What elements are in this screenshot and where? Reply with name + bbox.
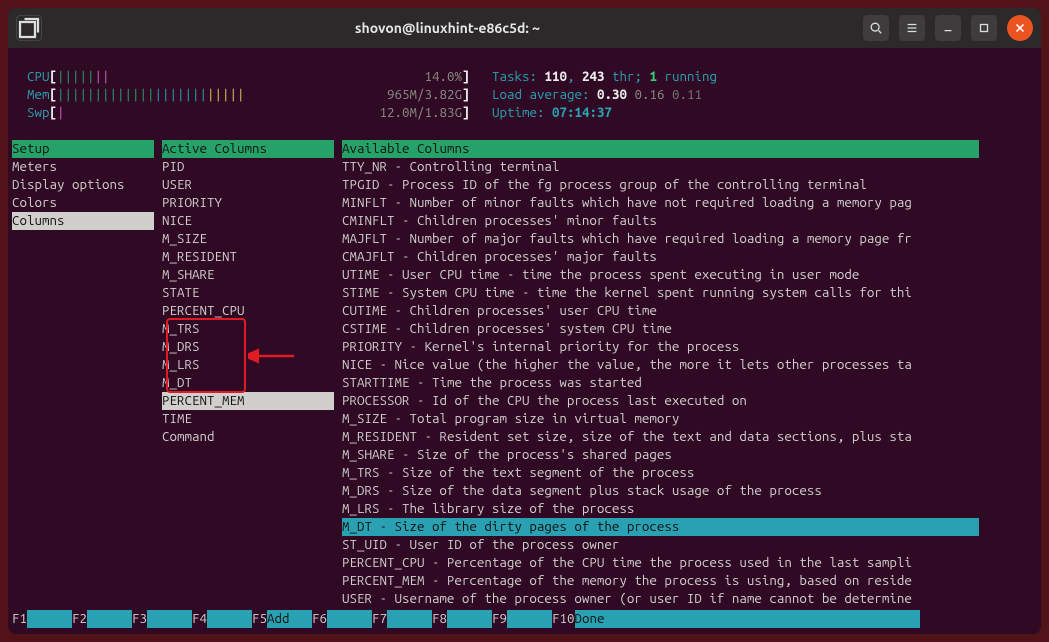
available-column-item[interactable]: PERCENT_CPU - Percentage of the CPU time…	[342, 555, 979, 570]
available-column-item[interactable]: STARTTIME - Time the process was started	[342, 375, 979, 390]
active-column-item[interactable]: PID	[162, 159, 334, 174]
active-column-item[interactable]: M_SHARE	[162, 267, 334, 282]
fnkey-f1-label[interactable]	[27, 610, 72, 628]
active-column-item[interactable]: TIME	[162, 411, 334, 426]
fnkey-f2-label[interactable]	[87, 610, 132, 628]
fnkey-f6-label[interactable]	[327, 610, 372, 628]
setup-item[interactable]: Display options	[12, 177, 154, 192]
fnkey-f4[interactable]: F4	[192, 611, 207, 626]
active-column-item[interactable]: PRIORITY	[162, 195, 334, 210]
available-column-item[interactable]: ST_UID - User ID of the process owner	[342, 537, 979, 552]
fnkey-f3-label[interactable]	[147, 610, 192, 628]
fnkey-f9[interactable]: F9	[492, 611, 507, 626]
menu-button[interactable]	[899, 15, 925, 41]
search-button[interactable]	[863, 15, 889, 41]
available-column-item[interactable]: STIME - System CPU time - time the kerne…	[342, 285, 979, 300]
active-column-item[interactable]: STATE	[162, 285, 334, 300]
function-key-bar: F1 F2 F3 F4 F5Add F6 F7 F8 F9 F10Done	[12, 610, 1037, 628]
fnkey-f5-label[interactable]: Add	[267, 610, 312, 628]
close-button[interactable]	[1007, 15, 1033, 41]
fnkey-f5[interactable]: F5	[252, 611, 267, 626]
available-column-item[interactable]: NICE - Nice value (the higher the value,…	[342, 357, 979, 372]
mem-meter: Mem[||||||||||||||||||||||||| 965M/3.82G…	[12, 86, 1037, 104]
fnkey-f8-label[interactable]	[447, 610, 492, 628]
cpu-meter: CPU[||||||| 14.0%] Tasks: 110, 243 thr; …	[12, 68, 1037, 86]
setup-item[interactable]: Meters	[12, 159, 154, 174]
column-headers: Setup Active Columns Available Columns	[12, 140, 1037, 158]
maximize-button[interactable]	[971, 15, 997, 41]
fnkey-f2[interactable]: F2	[72, 611, 87, 626]
available-column-item[interactable]: CMINFLT - Children processes' minor faul…	[342, 213, 979, 228]
fnkey-f6[interactable]: F6	[312, 611, 327, 626]
active-column-selected[interactable]: PERCENT_MEM	[162, 392, 334, 410]
titlebar: shovon@linuxhint-e86c5d: ~	[8, 8, 1041, 48]
available-column-item[interactable]: M_TRS - Size of the text segment of the …	[342, 465, 979, 480]
fnkey-f10-label[interactable]: Done	[575, 610, 620, 628]
fnkey-f7[interactable]: F7	[372, 611, 387, 626]
fnkey-f1[interactable]: F1	[12, 611, 27, 626]
available-column-item[interactable]: USER - Username of the process owner (or…	[342, 591, 979, 606]
available-column-item[interactable]: UTIME - User CPU time - time the process…	[342, 267, 979, 282]
available-column-item[interactable]: CSTIME - Children processes' system CPU …	[342, 321, 979, 336]
available-column-item[interactable]: M_SHARE - Size of the process's shared p…	[342, 447, 979, 462]
active-column-item[interactable]: M_DT	[162, 375, 334, 390]
window-title: shovon@linuxhint-e86c5d: ~	[42, 20, 853, 36]
available-column-item[interactable]: PERCENT_MEM - Percentage of the memory t…	[342, 573, 979, 588]
active-column-item[interactable]: M_RESIDENT	[162, 249, 334, 264]
fnkey-f8[interactable]: F8	[432, 611, 447, 626]
new-tab-icon[interactable]	[16, 15, 42, 41]
swp-meter: Swp[| 12.0M/1.83G] Uptime: 07:14:37	[12, 104, 1037, 122]
available-column-selected[interactable]: M_DT - Size of the dirty pages of the pr…	[342, 518, 979, 536]
active-column-item[interactable]: M_LRS	[162, 357, 334, 372]
available-column-item[interactable]: M_RESIDENT - Resident set size, size of …	[342, 429, 979, 444]
active-column-item[interactable]: M_DRS	[162, 339, 334, 354]
available-column-item[interactable]: M_LRS - The library size of the process	[342, 501, 979, 516]
available-column-item[interactable]: M_DRS - Size of the data segment plus st…	[342, 483, 979, 498]
terminal-window: shovon@linuxhint-e86c5d: ~ CPU[||||||| 1…	[8, 8, 1041, 634]
active-column-item[interactable]: M_TRS	[162, 321, 334, 336]
active-column-item[interactable]: PERCENT_CPU	[162, 303, 334, 318]
active-column-item[interactable]: Command	[162, 429, 334, 444]
setup-item-selected[interactable]: Columns	[12, 212, 154, 230]
available-column-item[interactable]: TTY_NR - Controlling terminal	[342, 159, 979, 174]
available-column-item[interactable]: MINFLT - Number of minor faults which ha…	[342, 195, 979, 210]
meter-row	[12, 50, 1037, 68]
fnkey-f4-label[interactable]	[207, 610, 252, 628]
available-column-item[interactable]: CMAJFLT - Children processes' major faul…	[342, 249, 979, 264]
available-column-item[interactable]: CUTIME - Children processes' user CPU ti…	[342, 303, 979, 318]
available-column-item[interactable]: PROCESSOR - Id of the CPU the process la…	[342, 393, 979, 408]
available-column-item[interactable]: PRIORITY - Kernel's internal priority fo…	[342, 339, 979, 354]
available-column-item[interactable]: TPGID - Process ID of the fg process gro…	[342, 177, 979, 192]
available-column-item[interactable]: MAJFLT - Number of major faults which ha…	[342, 231, 979, 246]
fnkey-f9-label[interactable]	[507, 610, 552, 628]
setup-item[interactable]: Colors	[12, 195, 154, 210]
fnkey-f3[interactable]: F3	[132, 611, 147, 626]
active-column-item[interactable]: NICE	[162, 213, 334, 228]
fnkey-f10[interactable]: F10	[552, 611, 575, 626]
fnkey-f7-label[interactable]	[387, 610, 432, 628]
terminal-body[interactable]: CPU[||||||| 14.0%] Tasks: 110, 243 thr; …	[8, 48, 1041, 634]
minimize-button[interactable]	[935, 15, 961, 41]
active-column-item[interactable]: USER	[162, 177, 334, 192]
available-column-item[interactable]: M_SIZE - Total program size in virtual m…	[342, 411, 979, 426]
active-column-item[interactable]: M_SIZE	[162, 231, 334, 246]
